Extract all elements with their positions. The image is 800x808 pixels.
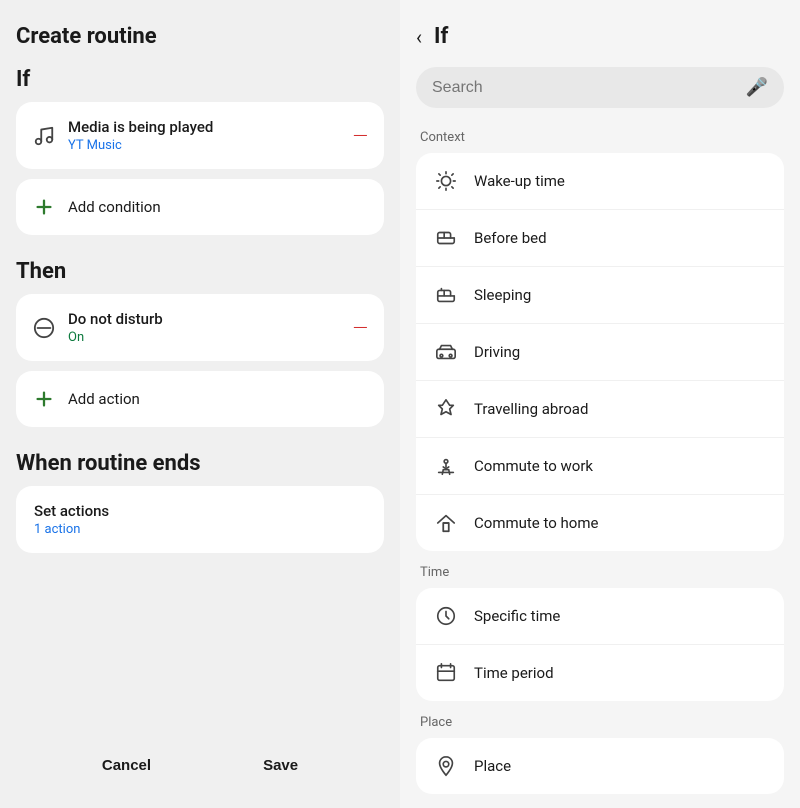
place-label: Place bbox=[416, 715, 784, 730]
condition-content: Media is being played YT Music bbox=[68, 118, 341, 153]
commute-work-label: Commute to work bbox=[474, 457, 593, 475]
before-bed-icon bbox=[432, 224, 460, 252]
search-input[interactable] bbox=[432, 79, 738, 97]
commute-home-label: Commute to home bbox=[474, 514, 598, 532]
list-item[interactable]: Travelling abroad bbox=[416, 381, 784, 438]
mic-icon[interactable]: 🎤 bbox=[746, 77, 768, 98]
specific-time-label: Specific time bbox=[474, 607, 560, 625]
when-section-title: When routine ends bbox=[16, 451, 384, 476]
search-bar[interactable]: 🎤 bbox=[416, 67, 784, 108]
time-period-icon bbox=[432, 659, 460, 687]
condition-subtitle: YT Music bbox=[68, 138, 341, 153]
remove-action-button[interactable]: — bbox=[353, 318, 368, 338]
list-item[interactable]: Before bed bbox=[416, 210, 784, 267]
add-action-label: Add action bbox=[68, 390, 140, 408]
save-button[interactable]: Save bbox=[247, 749, 314, 782]
list-item[interactable]: Commute to home bbox=[416, 495, 784, 551]
sleeping-label: Sleeping bbox=[474, 286, 531, 304]
driving-label: Driving bbox=[474, 343, 520, 361]
right-content: Context Wake-up time bbox=[400, 120, 800, 808]
add-action-icon bbox=[32, 387, 56, 411]
list-item[interactable]: Commute to work bbox=[416, 438, 784, 495]
right-title: If bbox=[434, 24, 448, 49]
add-condition-icon bbox=[32, 195, 56, 219]
place-list: Place bbox=[416, 738, 784, 794]
set-actions-card[interactable]: Set actions 1 action bbox=[16, 486, 384, 553]
sleeping-icon bbox=[432, 281, 460, 309]
action-subtitle: On bbox=[68, 330, 341, 345]
action-content: Do not disturb On bbox=[68, 310, 341, 345]
place-label-item: Place bbox=[474, 757, 511, 775]
remove-condition-button[interactable]: — bbox=[353, 126, 368, 146]
wakeup-label: Wake-up time bbox=[474, 172, 565, 190]
before-bed-label: Before bed bbox=[474, 229, 547, 247]
time-period-label: Time period bbox=[474, 664, 554, 682]
music-icon bbox=[32, 124, 56, 148]
condition-card[interactable]: Media is being played YT Music — bbox=[16, 102, 384, 169]
commute-home-icon bbox=[432, 509, 460, 537]
condition-title: Media is being played bbox=[68, 118, 341, 136]
travelling-icon bbox=[432, 395, 460, 423]
travelling-label: Travelling abroad bbox=[474, 400, 588, 418]
add-condition-label: Add condition bbox=[68, 198, 161, 216]
add-action-button[interactable]: Add action bbox=[16, 371, 384, 427]
action-title: Do not disturb bbox=[68, 310, 341, 328]
right-header: ‹ If bbox=[400, 0, 800, 59]
time-list: Specific time Time period bbox=[416, 588, 784, 701]
time-label: Time bbox=[416, 565, 784, 580]
then-section-title: Then bbox=[16, 259, 384, 284]
cancel-button[interactable]: Cancel bbox=[86, 749, 167, 782]
list-item[interactable]: Wake-up time bbox=[416, 153, 784, 210]
list-item[interactable]: Sleeping bbox=[416, 267, 784, 324]
page-title: Create routine bbox=[16, 24, 384, 49]
left-panel: Create routine If Media is being played … bbox=[0, 0, 400, 808]
list-item[interactable]: Driving bbox=[416, 324, 784, 381]
place-icon bbox=[432, 752, 460, 780]
action-card[interactable]: Do not disturb On — bbox=[16, 294, 384, 361]
add-condition-button[interactable]: Add condition bbox=[16, 179, 384, 235]
if-section-title: If bbox=[16, 67, 384, 92]
list-item[interactable]: Time period bbox=[416, 645, 784, 701]
bottom-bar: Cancel Save bbox=[16, 729, 384, 792]
set-actions-title: Set actions bbox=[34, 502, 366, 520]
specific-time-icon bbox=[432, 602, 460, 630]
right-panel: ‹ If 🎤 Context bbox=[400, 0, 800, 808]
commute-work-icon bbox=[432, 452, 460, 480]
list-item[interactable]: Specific time bbox=[416, 588, 784, 645]
back-button[interactable]: ‹ bbox=[416, 25, 422, 49]
context-list: Wake-up time Before bed bbox=[416, 153, 784, 551]
context-label: Context bbox=[416, 130, 784, 145]
driving-icon bbox=[432, 338, 460, 366]
dnd-icon bbox=[32, 316, 56, 340]
set-actions-subtitle: 1 action bbox=[34, 522, 366, 537]
list-item[interactable]: Place bbox=[416, 738, 784, 794]
wakeup-icon bbox=[432, 167, 460, 195]
